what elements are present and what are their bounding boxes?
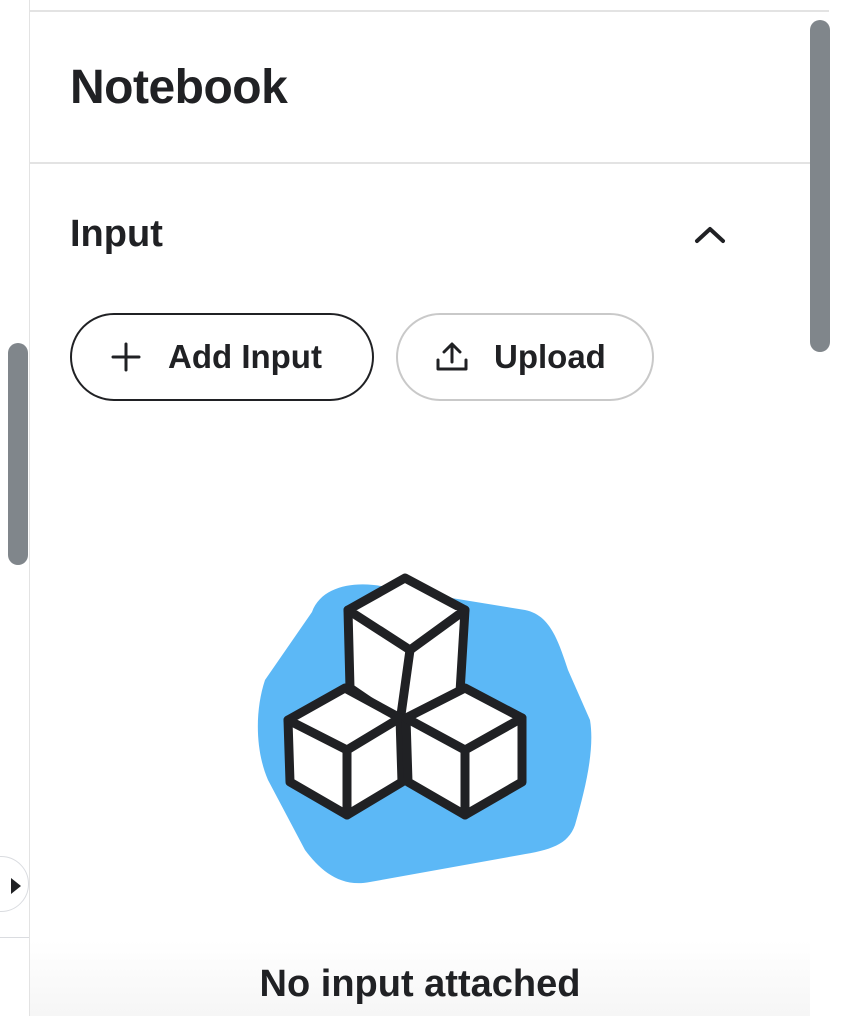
empty-state-text: No input attached <box>259 963 581 1005</box>
upload-button[interactable]: Upload <box>396 313 654 401</box>
header: Notebook <box>30 12 810 164</box>
notebook-panel: Notebook Input Add Input Upload No input… <box>0 0 842 1016</box>
upload-label: Upload <box>494 338 606 375</box>
right-scrollbar[interactable] <box>810 20 830 352</box>
left-scrollbar[interactable] <box>8 343 28 565</box>
collapse-input-button[interactable] <box>686 210 734 258</box>
caret-right-icon <box>11 878 21 894</box>
add-input-label: Add Input <box>168 338 322 375</box>
plus-icon <box>106 342 146 372</box>
upload-icon <box>432 342 472 372</box>
left-divider <box>0 937 29 938</box>
page-title: Notebook <box>70 61 288 114</box>
cubes-illustration <box>257 573 592 884</box>
add-input-button[interactable]: Add Input <box>70 313 374 401</box>
chevron-up-icon <box>695 227 725 243</box>
input-section-title: Input <box>70 213 163 255</box>
empty-state-message: No input attached <box>0 960 842 1008</box>
